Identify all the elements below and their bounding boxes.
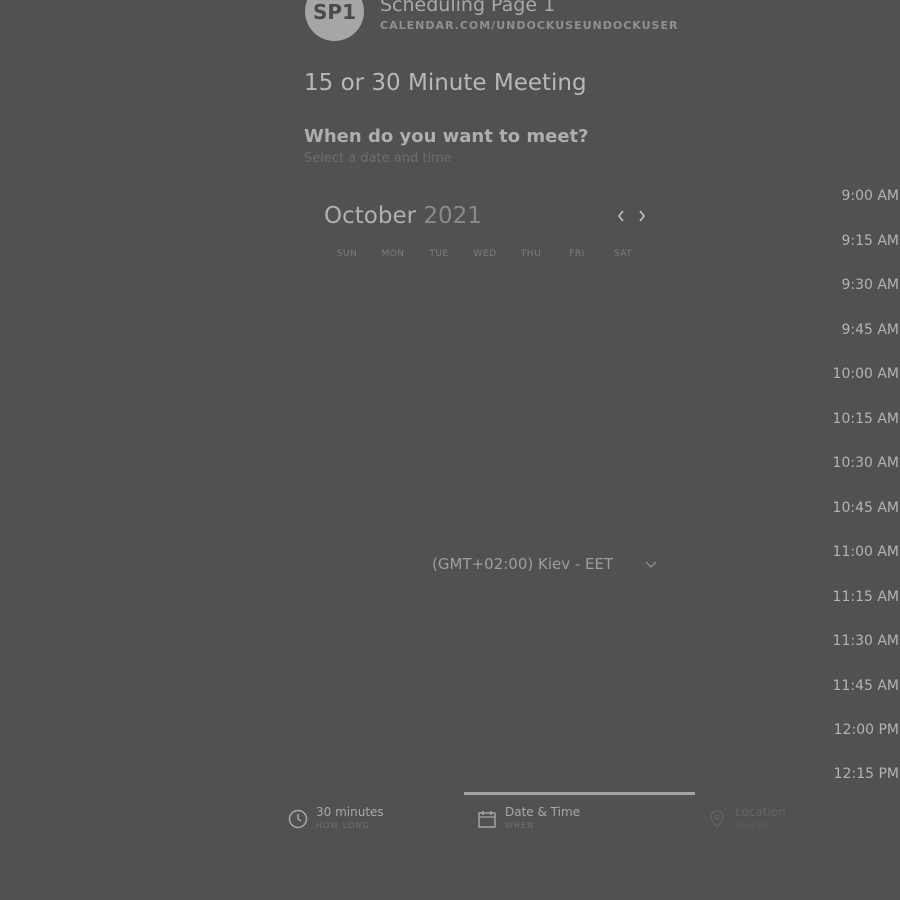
time-slot[interactable]: 10:45 AM bbox=[833, 500, 899, 516]
weekday-label: MON bbox=[381, 249, 405, 259]
scheduling-page-url[interactable]: CALENDAR.COM/UNDOCKUSEUNDOCKUSER bbox=[380, 19, 678, 32]
scheduling-page-name: Scheduling Page 1 bbox=[380, 0, 556, 16]
time-slot[interactable]: 12:00 PM bbox=[834, 722, 899, 738]
time-slot[interactable]: 9:30 AM bbox=[841, 277, 899, 293]
time-slot[interactable]: 10:00 AM bbox=[833, 366, 899, 382]
step-date-time[interactable]: Date & Time WHEN bbox=[477, 805, 580, 832]
clock-icon bbox=[288, 809, 308, 829]
when-subheading: Select a date and time bbox=[304, 151, 452, 166]
step-date-time-label: Date & Time bbox=[505, 805, 581, 819]
next-month-button[interactable] bbox=[634, 205, 650, 227]
step-duration-label: 30 minutes bbox=[316, 805, 384, 819]
timezone-value: (GMT+02:00) Kiev - EET bbox=[432, 555, 614, 573]
step-location[interactable]: Location WHERE bbox=[707, 805, 786, 832]
time-slot[interactable]: 10:30 AM bbox=[833, 455, 899, 471]
time-slot[interactable]: 11:30 AM bbox=[833, 633, 899, 649]
chevron-right-icon bbox=[639, 210, 646, 222]
when-heading: When do you want to meet? bbox=[304, 126, 589, 147]
time-slot[interactable]: 9:15 AM bbox=[841, 233, 899, 249]
weekday-label: FRI bbox=[569, 249, 585, 259]
calendar-month-label: October 2021 bbox=[324, 203, 482, 229]
step-duration-sublabel: HOW LONG bbox=[316, 821, 370, 830]
scheduling-page: SP1 Scheduling Page 1 CALENDAR.COM/UNDOC… bbox=[0, 0, 900, 900]
step-location-label: Location bbox=[735, 805, 786, 819]
step-location-sublabel: WHERE bbox=[735, 821, 770, 830]
weekday-label: THU bbox=[520, 249, 542, 259]
step-progress-bar bbox=[464, 792, 695, 795]
weekday-header: SUN MON TUE WED THU FRI SAT bbox=[324, 249, 646, 259]
time-slot[interactable]: 9:00 AM bbox=[841, 188, 899, 204]
calendar-month: October bbox=[324, 203, 417, 229]
calendar-year: 2021 bbox=[423, 203, 482, 229]
time-slot[interactable]: 11:00 AM bbox=[833, 544, 899, 560]
weekday-label: SUN bbox=[336, 249, 358, 259]
weekday-label: TUE bbox=[429, 249, 449, 259]
time-slot[interactable]: 11:15 AM bbox=[833, 589, 899, 605]
chevron-down-icon bbox=[645, 561, 657, 568]
previous-month-button[interactable] bbox=[613, 205, 629, 227]
time-slot[interactable]: 12:15 PM bbox=[834, 766, 899, 782]
location-pin-icon bbox=[710, 810, 724, 828]
timezone-select[interactable]: (GMT+02:00) Kiev - EET bbox=[432, 552, 660, 576]
chevron-left-icon bbox=[617, 210, 624, 222]
weekday-label: SAT bbox=[613, 249, 633, 259]
time-slot[interactable]: 11:45 AM bbox=[833, 678, 899, 694]
time-slot[interactable]: 10:15 AM bbox=[833, 411, 899, 427]
weekday-label: WED bbox=[473, 249, 497, 259]
step-duration[interactable]: 30 minutes HOW LONG bbox=[288, 805, 384, 832]
step-date-time-sublabel: WHEN bbox=[505, 821, 534, 830]
time-slot[interactable]: 9:45 AM bbox=[841, 322, 899, 338]
calendar-icon bbox=[478, 811, 496, 828]
avatar: SP1 bbox=[305, 0, 364, 41]
meeting-title: 15 or 30 Minute Meeting bbox=[304, 70, 587, 96]
